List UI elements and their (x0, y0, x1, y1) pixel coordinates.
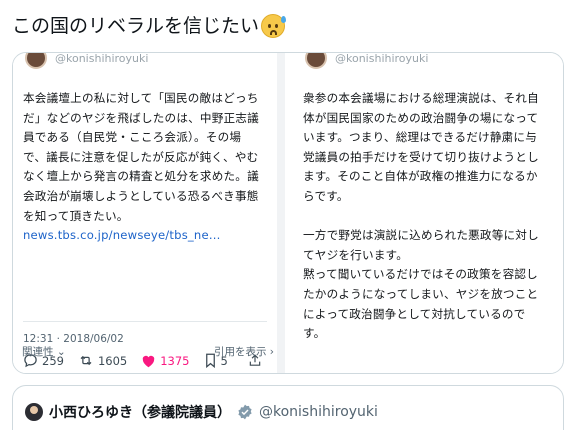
author-handle: @konishihiroyuki (55, 53, 149, 65)
tweet-line: 本会議壇上の私に対して「国民の敵はどっち (23, 91, 259, 105)
tweet-line: てヤジを行います。 (303, 247, 408, 262)
tweet-line: 員である（自民党・こころ会派）。その場 (23, 130, 242, 145)
left-tweet-footer: 関連性 ⌄ 引用を表示 › (22, 344, 274, 359)
tweet-line: を知って頂きたい。 (23, 208, 129, 223)
post-title: この国のリベラルを信じたい (12, 12, 287, 40)
left-tweet-screenshot: @konishihiroyuki 本会議壇上の私に対して「国民の敵はどっち だ」… (13, 53, 285, 373)
show-quotes-label: 引用を表示 (213, 346, 267, 358)
tweet-line: います。つまり、総理はできるだけ静粛に与 (303, 130, 538, 145)
chevron-down-icon: ⌄ (56, 346, 66, 358)
divider (23, 321, 267, 322)
tweet-line: 黙って聞いているだけではその政策を容認し (303, 267, 538, 282)
tweet-line: す。 (303, 326, 326, 341)
right-tweet-screenshot: @konishihiroyuki 衆参の本会議場における総理演説は、それ自 体が… (293, 53, 563, 373)
chevron-right-icon: › (269, 346, 274, 358)
screenshot-collage: @konishihiroyuki 本会議壇上の私に対して「国民の敵はどっち だ」… (12, 52, 564, 374)
tweet-line: なく壇上から発言の精査と処分を求めた。議 (23, 169, 259, 184)
tweet-line: たかのようになってしまい、ヤジを放つこと (303, 286, 539, 301)
author-handle: @konishihiroyuki (335, 53, 429, 65)
tweet-line: 会政治が崩壊しようとしている恐るべき事態 (23, 188, 259, 203)
avatar (25, 53, 47, 69)
tweet-line: だ」などのヤジを飛ばしたのは、中野正志議 (23, 110, 259, 125)
tweet-line: 体が国民国家のための政治闘争の場になって (303, 110, 539, 125)
anxious-face-emoji-icon (261, 14, 287, 38)
embedded-tweet-header: 小西ひろゆき（参議院議員） @konishihiroyuki (25, 402, 378, 422)
related-label: 関連性 (22, 346, 54, 358)
author-handle[interactable]: @konishihiroyuki (259, 404, 378, 420)
tweet-body: 衆参の本会議場における総理演説は、それ自 体が国民国家のための政治闘争の場になっ… (303, 89, 559, 344)
post-title-text: この国のリベラルを信じたい (12, 15, 260, 37)
tweet-body: 本会議壇上の私に対して「国民の敵はどっち だ」などのヤジを飛ばしたのは、中野正志… (23, 89, 277, 246)
left-tweet-header: @konishihiroyuki (25, 53, 148, 69)
related-filter[interactable]: 関連性 ⌄ (22, 344, 66, 359)
tweet-line: によって政治闘争として対抗しているので (303, 306, 526, 321)
tweet-line: で、議長に注意を促したが反応が鈍く、やむ (23, 149, 259, 164)
author-name[interactable]: 小西ひろゆき（参議院議員） (49, 402, 231, 422)
tweet-line: 衆参の本会議場における総理演説は、それ自 (303, 91, 539, 105)
embedded-tweet-card[interactable]: 小西ひろゆき（参議院議員） @konishihiroyuki (12, 385, 564, 430)
avatar[interactable] (25, 403, 43, 421)
avatar (305, 53, 327, 69)
tweet-line: らです。 (303, 188, 349, 203)
right-tweet-header: @konishihiroyuki (305, 53, 428, 69)
verified-badge-icon (238, 404, 252, 420)
tweet-line: 党議員の拍手だけを受けて切り抜けようとし (303, 149, 539, 164)
tweet-line: 一方で野党は演説に込められた悪政等に対し (303, 228, 539, 243)
news-link[interactable]: news.tbs.co.jp/newseye/tbs_ne... (23, 226, 277, 246)
show-quotes-link[interactable]: 引用を表示 › (214, 344, 274, 359)
tweet-line: ます。そのこと自体が政権の推進力になるか (303, 169, 538, 184)
